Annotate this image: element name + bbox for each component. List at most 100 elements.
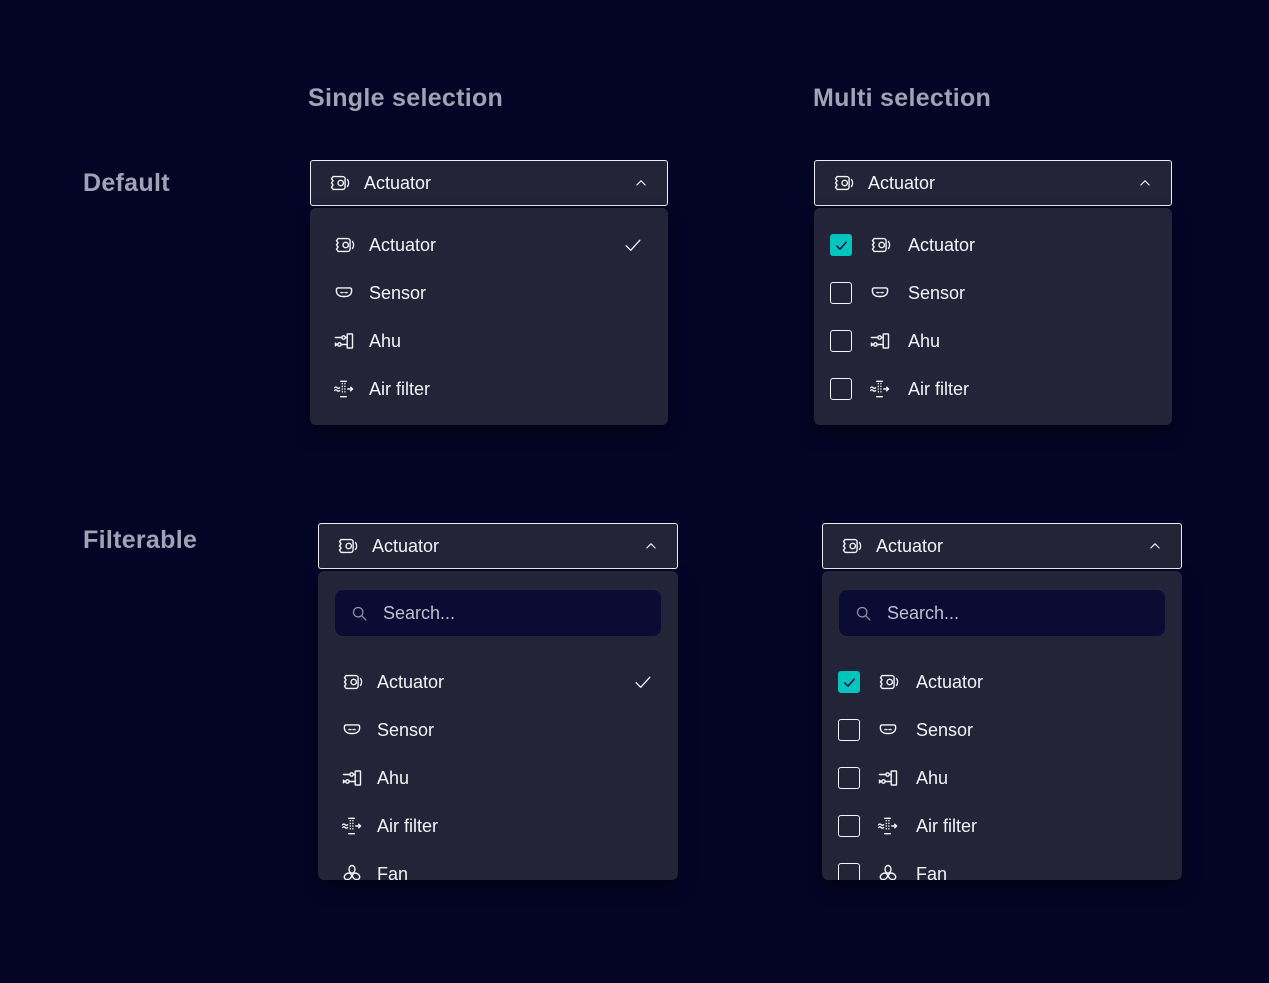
fan-icon (340, 862, 364, 880)
check-icon (842, 675, 857, 690)
option-actuator[interactable]: Actuator (318, 658, 678, 706)
option-ahu[interactable]: Ahu (318, 754, 678, 802)
checkbox-unchecked[interactable] (830, 378, 852, 400)
option-label: Ahu (908, 331, 940, 352)
option-label: Air filter (369, 379, 430, 400)
dropdown-multi-filterable: Actuator Actuator Sensor (822, 523, 1182, 880)
ahu-icon (876, 766, 900, 790)
dropdown-panel: Actuator Sensor Ahu Air filter Fan (822, 571, 1182, 880)
check-icon (834, 238, 849, 253)
air-filter-icon (340, 814, 364, 838)
option-air-filter[interactable]: Air filter (318, 802, 678, 850)
option-label: Ahu (916, 768, 948, 789)
option-label: Actuator (908, 235, 975, 256)
row-label-filterable: Filterable (83, 526, 197, 555)
search-box (335, 590, 661, 636)
ahu-icon (868, 329, 892, 353)
option-label: Sensor (916, 720, 973, 741)
select-value: Actuator (364, 173, 431, 194)
option-air-filter[interactable]: Air filter (822, 802, 1182, 850)
actuator-icon (332, 233, 356, 257)
option-list: Actuator Sensor Ahu Air filter Fan (318, 658, 678, 880)
option-label: Air filter (377, 816, 438, 837)
option-fan[interactable]: Fan (318, 850, 678, 880)
select-trigger[interactable]: Actuator (814, 160, 1172, 206)
checkbox-unchecked[interactable] (838, 767, 860, 789)
check-icon (622, 234, 644, 256)
option-ahu[interactable]: Ahu (814, 317, 1172, 365)
select-value: Actuator (868, 173, 935, 194)
option-actuator[interactable]: Actuator (814, 221, 1172, 269)
option-ahu[interactable]: Ahu (310, 317, 668, 365)
column-header-multi-selection: Multi selection (813, 84, 991, 113)
option-label: Actuator (916, 672, 983, 693)
checkbox-checked[interactable] (838, 671, 860, 693)
option-sensor[interactable]: Sensor (822, 706, 1182, 754)
dropdown-single-filterable: Actuator Actuator Sensor Ahu (318, 523, 678, 880)
select-value: Actuator (876, 536, 943, 557)
option-label: Sensor (369, 283, 426, 304)
air-filter-icon (868, 377, 892, 401)
option-sensor[interactable]: Sensor (814, 269, 1172, 317)
column-header-single-selection: Single selection (308, 84, 503, 113)
dropdown-panel: Actuator Sensor Ahu Air filter Fan (318, 571, 678, 880)
select-trigger[interactable]: Actuator (318, 523, 678, 569)
option-label: Actuator (377, 672, 444, 693)
checkbox-unchecked[interactable] (838, 815, 860, 837)
air-filter-icon (332, 377, 356, 401)
option-label: Ahu (369, 331, 401, 352)
select-value: Actuator (372, 536, 439, 557)
select-trigger[interactable]: Actuator (822, 523, 1182, 569)
sensor-icon (332, 281, 356, 305)
checkbox-unchecked[interactable] (838, 719, 860, 741)
option-label: Fan (916, 864, 947, 881)
actuator-icon (340, 670, 364, 694)
dropdown-panel: Actuator Sensor Ahu Air filter (814, 208, 1172, 425)
option-label: Sensor (377, 720, 434, 741)
option-ahu[interactable]: Ahu (822, 754, 1182, 802)
option-air-filter[interactable]: Air filter (310, 365, 668, 413)
sensor-icon (340, 718, 364, 742)
option-label: Air filter (908, 379, 969, 400)
option-fan[interactable]: Fan (822, 850, 1182, 880)
dropdown-multi-default: Actuator Actuator Sensor Ahu Air filter (814, 160, 1172, 425)
actuator-icon (876, 670, 900, 694)
actuator-icon (327, 171, 351, 195)
search-input[interactable] (383, 603, 647, 624)
option-label: Fan (377, 864, 408, 881)
chevron-up-icon (1145, 536, 1165, 556)
option-air-filter[interactable]: Air filter (814, 365, 1172, 413)
option-list: Actuator Sensor Ahu Air filter Fan (822, 658, 1182, 880)
magnifier-icon (349, 603, 370, 624)
checkbox-unchecked[interactable] (838, 863, 860, 880)
search-input[interactable] (887, 603, 1151, 624)
row-label-default: Default (83, 169, 170, 198)
select-trigger[interactable]: Actuator (310, 160, 668, 206)
actuator-icon (839, 534, 863, 558)
option-sensor[interactable]: Sensor (318, 706, 678, 754)
option-actuator[interactable]: Actuator (822, 658, 1182, 706)
ahu-icon (340, 766, 364, 790)
ahu-icon (332, 329, 356, 353)
chevron-up-icon (1135, 173, 1155, 193)
actuator-icon (335, 534, 359, 558)
checkbox-unchecked[interactable] (830, 330, 852, 352)
search-box (839, 590, 1165, 636)
option-label: Sensor (908, 283, 965, 304)
air-filter-icon (876, 814, 900, 838)
checkbox-unchecked[interactable] (830, 282, 852, 304)
magnifier-icon (853, 603, 874, 624)
option-label: Ahu (377, 768, 409, 789)
actuator-icon (831, 171, 855, 195)
dropdown-single-default: Actuator Actuator Sensor Ahu Air filter (310, 160, 668, 425)
dropdown-panel: Actuator Sensor Ahu Air filter (310, 208, 668, 425)
check-icon (632, 671, 654, 693)
option-sensor[interactable]: Sensor (310, 269, 668, 317)
option-actuator[interactable]: Actuator (310, 221, 668, 269)
actuator-icon (868, 233, 892, 257)
chevron-up-icon (631, 173, 651, 193)
fan-icon (876, 862, 900, 880)
sensor-icon (876, 718, 900, 742)
checkbox-checked[interactable] (830, 234, 852, 256)
option-label: Actuator (369, 235, 436, 256)
